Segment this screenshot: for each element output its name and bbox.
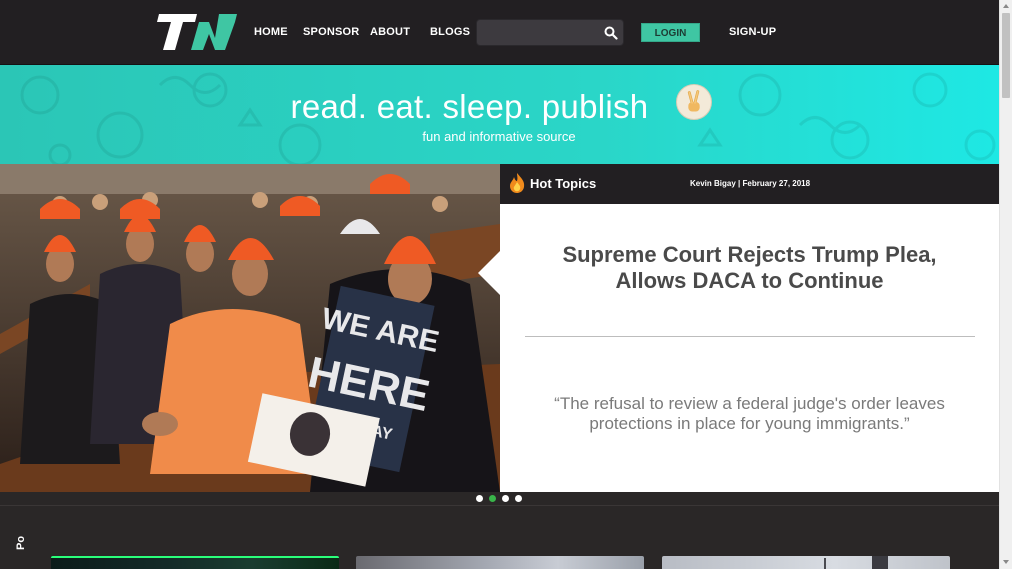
nav-sponsor-link[interactable]: SPONSOR <box>303 26 359 38</box>
article-byline: Kevin Bigay | February 27, 2018 <box>690 179 811 188</box>
nav-blogs-link[interactable]: BLOGS <box>430 26 470 38</box>
search-icon[interactable] <box>604 26 618 40</box>
card-skyline <box>824 556 888 569</box>
page: HOME SPONSOR ABOUT BLOGS LOGIN SIGN-UP r… <box>0 0 1012 569</box>
featured-slider: WE ARE HERE TO STAY Hot Topics Kevin Big… <box>0 164 999 492</box>
peace-hand-icon <box>676 84 712 120</box>
banner-tagline: read. eat. sleep. publish <box>290 88 649 125</box>
topic-bar: Hot Topics Kevin Bigay | February 27, 20… <box>500 164 999 204</box>
post-card[interactable] <box>356 556 644 569</box>
headline-divider <box>525 336 975 337</box>
scroll-down-arrow-icon[interactable] <box>1003 560 1009 564</box>
article-headline[interactable]: Supreme Court Rejects Trump Plea, Allows… <box>500 242 999 294</box>
slider-dot-active[interactable] <box>489 495 496 502</box>
nav-home-link[interactable]: HOME <box>254 26 288 38</box>
hot-topics-label: Hot Topics <box>530 176 597 191</box>
banner-subtagline: fun and informative source <box>422 129 576 144</box>
post-card[interactable] <box>51 556 339 569</box>
article-panel[interactable]: Supreme Court Rejects Trump Plea, Allows… <box>478 204 999 492</box>
page-scrollbar[interactable] <box>999 0 1012 569</box>
slider-dot[interactable] <box>515 495 522 502</box>
tn-logo[interactable] <box>151 12 239 52</box>
search-input[interactable] <box>483 24 601 42</box>
featured-photo[interactable]: WE ARE HERE TO STAY <box>0 164 500 492</box>
login-button[interactable]: LOGIN <box>641 23 700 42</box>
post-card[interactable] <box>662 556 950 569</box>
hero-banner: read. eat. sleep. publish fun and inform… <box>0 65 999 164</box>
article-quote: “The refusal to review a federal judge's… <box>554 394 945 433</box>
flame-icon <box>510 173 525 193</box>
slider-dot[interactable] <box>502 495 509 502</box>
scrollbar-thumb[interactable] <box>1002 13 1010 98</box>
site-header: HOME SPONSOR ABOUT BLOGS LOGIN SIGN-UP <box>0 0 999 65</box>
search-box <box>476 19 624 46</box>
panel-pointer <box>478 251 500 295</box>
signup-link[interactable]: SIGN-UP <box>729 26 776 38</box>
slider-dots <box>476 495 528 503</box>
nav-about-link[interactable]: ABOUT <box>370 26 410 38</box>
scroll-up-arrow-icon[interactable] <box>1003 4 1009 8</box>
section-side-label: Po <box>15 535 27 550</box>
slider-dot[interactable] <box>476 495 483 502</box>
